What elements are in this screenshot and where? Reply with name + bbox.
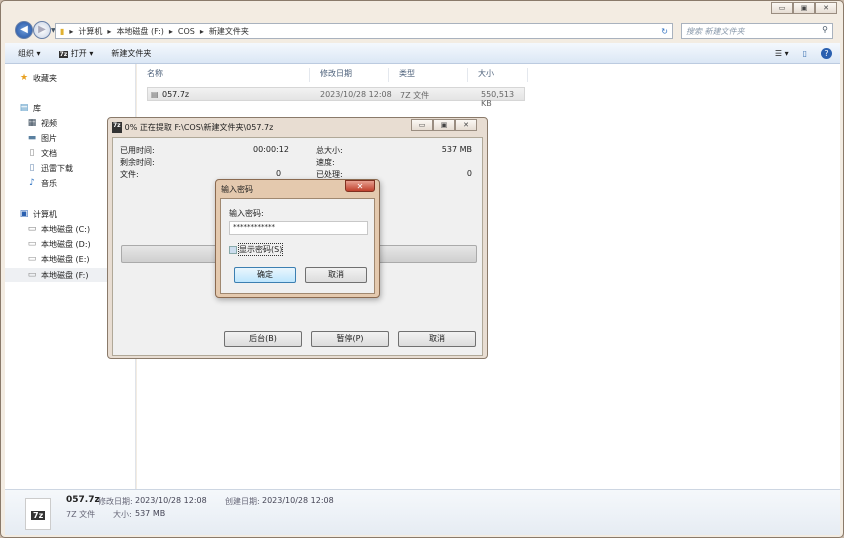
sidebar-item-documents[interactable]: ▯ 文档 — [27, 146, 57, 160]
minimize-button[interactable]: ▭ — [771, 2, 793, 14]
sidebar-item-drive-c[interactable]: ▭ 本地磁盘 (C:) — [27, 222, 90, 236]
sidebar-item-library[interactable]: ▤ 库 — [19, 101, 41, 115]
new-folder-button[interactable]: 新建文件夹 — [111, 48, 151, 59]
computer-icon: ▣ — [19, 209, 29, 219]
password-dialog: 输入密码 ✕ 输入密码: ************ 显示密码(S) 确定 取消 — [215, 179, 380, 298]
help-icon[interactable]: ? — [821, 47, 832, 59]
crumb-computer[interactable]: 计算机 — [78, 26, 102, 37]
column-name[interactable]: 名称 — [137, 68, 310, 82]
background-button[interactable]: 后台(B) — [224, 331, 302, 347]
view-options-icon[interactable]: ☰ ▾ — [775, 49, 789, 58]
column-type[interactable]: 类型 — [389, 68, 468, 82]
refresh-icon[interactable]: ↻ — [661, 27, 668, 36]
7z-file-large-icon: 7z — [25, 498, 51, 530]
maximize-button[interactable]: ▣ — [793, 2, 815, 14]
download-folder-icon: ▯ — [29, 163, 35, 173]
cancel-extract-button[interactable]: 取消 — [398, 331, 476, 347]
drive-icon: ▭ — [27, 239, 37, 249]
music-icon: ♪ — [29, 178, 35, 188]
password-input[interactable]: ************ — [229, 221, 368, 235]
ok-button[interactable]: 确定 — [234, 267, 296, 283]
open-button[interactable]: 7z 打开 ▾ — [58, 48, 93, 59]
password-close-button[interactable]: ✕ — [345, 180, 375, 192]
file-row[interactable]: ▤ 057.7z 2023/10/28 12:08 7Z 文件 550,513 … — [147, 87, 525, 108]
window-controls: ▭ ▣ ✕ — [771, 2, 837, 14]
sidebar-item-drive-d[interactable]: ▭ 本地磁盘 (D:) — [27, 237, 91, 251]
password-cancel-button[interactable]: 取消 — [305, 267, 367, 283]
search-input[interactable]: 搜索 新建文件夹 ⚲ — [681, 23, 833, 39]
sidebar-item-videos[interactable]: ▦ 视频 — [27, 116, 57, 130]
column-date[interactable]: 修改日期 — [310, 68, 389, 82]
processed-size: 0 — [466, 169, 472, 178]
back-button[interactable]: ◀ — [15, 21, 33, 39]
show-password-checkbox[interactable]: 显示密码(S) — [229, 243, 284, 256]
files-count: 0 — [276, 169, 282, 178]
sidebar-item-computer[interactable]: ▣ 计算机 — [19, 207, 57, 221]
total-size: 537 MB — [441, 145, 472, 154]
details-pane: 7z 057.7z 修改日期: 2023/10/28 12:08 创建日期: 2… — [5, 489, 840, 535]
dialog-minimize-button[interactable]: ▭ — [411, 119, 433, 131]
sidebar-item-favorites[interactable]: ★ 收藏夹 — [19, 71, 57, 85]
dialog-close-button[interactable]: ✕ — [455, 119, 477, 131]
column-size[interactable]: 大小 — [468, 68, 528, 82]
sidebar-item-drive-e[interactable]: ▭ 本地磁盘 (E:) — [27, 252, 90, 266]
toolbar: 组织 ▾ 7z 打开 ▾ 新建文件夹 ☰ ▾ ▯ ? — [5, 43, 840, 64]
address-area: ◀ ▶ ▼ ▮ ▸ 计算机 ▸ 本地磁盘 (F:) ▸ COS ▸ 新建文件夹 ↻ 搜索… — [13, 21, 833, 41]
7z-file-icon: ▤ — [151, 90, 159, 99]
document-icon: ▯ — [29, 148, 35, 158]
sidebar-item-music[interactable]: ♪ 音乐 — [27, 176, 57, 190]
7z-icon: 7z — [58, 50, 69, 58]
organize-button[interactable]: 组织 ▾ — [18, 48, 41, 59]
star-icon: ★ — [19, 73, 29, 83]
elapsed-time: 00:00:12 — [253, 145, 289, 154]
close-button[interactable]: ✕ — [815, 2, 837, 14]
sidebar-item-pictures[interactable]: ▬ 图片 — [27, 131, 57, 145]
crumb-drive[interactable]: 本地磁盘 (F:) — [116, 26, 163, 37]
crumb-cos[interactable]: COS — [178, 27, 195, 36]
dialog-title: 7z 0% 正在提取 F:\COS\新建文件夹\057.7z — [112, 122, 274, 133]
7z-icon: 7z — [112, 122, 122, 133]
folder-icon: ▮ — [60, 26, 65, 36]
forward-button[interactable]: ▶ — [33, 21, 51, 39]
drive-icon: ▭ — [27, 254, 37, 264]
video-icon: ▦ — [27, 118, 37, 128]
search-icon: ⚲ — [822, 25, 828, 34]
preview-pane-icon[interactable]: ▯ — [803, 49, 807, 58]
picture-icon: ▬ — [27, 133, 37, 143]
crumb-folder[interactable]: 新建文件夹 — [209, 26, 249, 37]
password-dialog-title: 输入密码 — [221, 185, 253, 194]
dialog-maximize-button[interactable]: ▣ — [433, 119, 455, 131]
checkbox-icon — [229, 245, 237, 254]
pause-button[interactable]: 暂停(P) — [311, 331, 389, 347]
address-bar[interactable]: ▮ ▸ 计算机 ▸ 本地磁盘 (F:) ▸ COS ▸ 新建文件夹 ↻ — [55, 23, 673, 39]
system-drive-icon: ▭ — [27, 224, 37, 234]
library-icon: ▤ — [19, 103, 29, 113]
sidebar-item-thunder-downloads[interactable]: ▯ 迅雷下载 — [27, 161, 73, 175]
drive-icon: ▭ — [27, 270, 37, 280]
